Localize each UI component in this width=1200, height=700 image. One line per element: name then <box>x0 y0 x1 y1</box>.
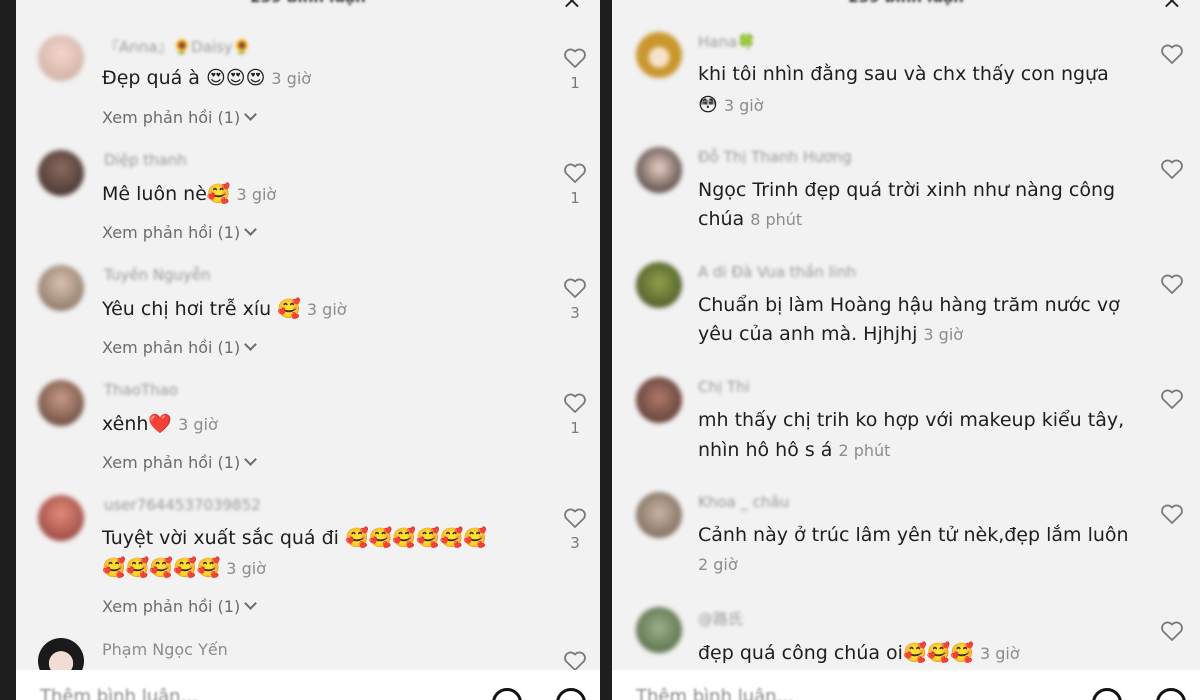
comment-username[interactable]: Đỗ Thị Thanh Hương <box>698 148 852 166</box>
close-icon[interactable]: × <box>562 0 582 14</box>
comments-count-title: 239 bình luận <box>612 0 1200 8</box>
avatar[interactable] <box>636 377 682 423</box>
comment-username[interactable]: user7644537039852 <box>104 496 261 514</box>
like-count: 1 <box>570 189 580 207</box>
like-count: 1 <box>570 74 580 92</box>
comment-time: 8 phút <box>750 210 803 229</box>
heart-outline-icon[interactable] <box>563 650 587 672</box>
comment-text: đẹp quá công chúa oi🥰🥰🥰 3 giờ <box>698 642 1020 664</box>
heart-outline-icon[interactable] <box>563 162 587 184</box>
comment-text: chúa 8 phút <box>698 208 803 230</box>
comment-text: khi tôi nhìn đằng sau và chx thấy con ng… <box>698 63 1109 85</box>
view-replies-link[interactable]: Xem phản hồi (1) <box>102 597 258 616</box>
comment-username[interactable]: 『Anna』🌻Daisy🌻 <box>104 36 251 57</box>
heart-outline-icon[interactable] <box>1160 620 1184 642</box>
comment-text: Yêu chị hơi trễ xíu 🥰 3 giờ <box>102 298 347 320</box>
comment-username[interactable]: ThaoThao <box>104 381 178 399</box>
comment-time: 2 giờ <box>698 555 738 574</box>
view-replies-link[interactable]: Xem phản hồi (1) <box>102 453 258 472</box>
comment-text: Cảnh này ở trúc lâm yên tử nèk,đẹp lắm l… <box>698 524 1129 546</box>
comment-text: Ngọc Trinh đẹp quá trời xinh như nàng cô… <box>698 179 1116 201</box>
comment-username[interactable]: Diệp thanh <box>104 151 187 169</box>
view-replies-link[interactable]: Xem phản hồi (1) <box>102 223 258 242</box>
avatar[interactable] <box>38 495 84 541</box>
chevron-down-icon <box>244 223 258 236</box>
heart-outline-icon[interactable] <box>1160 158 1184 180</box>
comment-text: 😳 3 giờ <box>698 94 764 116</box>
avatar[interactable] <box>636 32 682 78</box>
close-icon[interactable]: × <box>1162 0 1182 14</box>
avatar[interactable] <box>38 150 84 196</box>
comment-username[interactable]: Hana🍀 <box>698 33 756 51</box>
comment-username[interactable]: A di Đà Vua thần linh <box>698 263 856 281</box>
comment-time: 3 giờ <box>723 96 764 115</box>
comments-panel-right: 239 bình luận × Hana🍀 khi tôi nhìn đằng … <box>612 0 1200 700</box>
heart-outline-icon[interactable] <box>563 507 587 529</box>
comment-time: 2 phút <box>838 441 891 460</box>
heart-outline-icon[interactable] <box>1160 503 1184 525</box>
comment-text: 2 giờ <box>698 550 738 579</box>
comment-time: 3 giờ <box>178 415 218 434</box>
comment-username[interactable]: Tuyền Nguyễn <box>104 266 211 284</box>
comment-time: 3 giờ <box>226 559 266 578</box>
avatar[interactable] <box>636 147 682 193</box>
comment-username[interactable]: @路氏 <box>698 608 743 629</box>
comments-count-title: 239 bình luận <box>16 0 600 8</box>
comments-panel-left: 239 bình luận × 『Anna』🌻Daisy🌻 Đẹp quá à … <box>16 0 600 700</box>
avatar[interactable] <box>636 492 682 538</box>
avatar[interactable] <box>38 265 84 311</box>
comment-time: 3 giờ <box>923 325 964 344</box>
avatar[interactable] <box>38 380 84 426</box>
comment-text: Mê luôn nè🥰 3 giờ <box>102 183 277 205</box>
chevron-down-icon <box>244 597 258 610</box>
heart-outline-icon[interactable] <box>1160 43 1184 65</box>
comment-time: 3 giờ <box>306 300 347 319</box>
like-count: 3 <box>570 304 580 322</box>
view-replies-link[interactable]: Xem phản hồi (1) <box>102 338 258 357</box>
like-count: 3 <box>570 534 580 552</box>
comment-text: xênh❤️ 3 giờ <box>102 413 218 435</box>
chevron-down-icon <box>244 338 258 351</box>
view-replies-link[interactable]: Xem phản hồi (1) <box>102 108 258 127</box>
comment-username[interactable]: Phạm Ngọc Yến <box>102 640 228 659</box>
chevron-down-icon <box>244 453 258 466</box>
comment-time: 3 giờ <box>979 644 1020 663</box>
heart-outline-icon[interactable] <box>1160 273 1184 295</box>
heart-outline-icon[interactable] <box>1160 388 1184 410</box>
comment-text: 🥰🥰🥰🥰🥰 3 giờ <box>102 557 266 579</box>
comment-text: Tuyệt vời xuất sắc quá đi 🥰🥰🥰🥰🥰🥰 <box>102 527 487 549</box>
like-count: 1 <box>570 419 580 437</box>
avatar[interactable] <box>38 35 84 81</box>
chevron-down-icon <box>244 108 258 121</box>
comment-time: 3 giờ <box>236 185 277 204</box>
comment-text: Chuẩn bị làm Hoàng hậu hàng trăm nước vợ <box>698 294 1120 316</box>
comment-input[interactable]: Thêm bình luận... <box>40 686 198 700</box>
comment-text: Đẹp quá à 😍😍😍 3 giờ <box>102 67 312 89</box>
comment-text: nhìn hô hô s á2 phút <box>698 439 891 461</box>
comment-username[interactable]: Khoa _ châu <box>698 493 789 511</box>
heart-outline-icon[interactable] <box>563 277 587 299</box>
comment-username[interactable]: Chị Thi <box>698 378 750 396</box>
avatar[interactable] <box>636 262 682 308</box>
avatar[interactable] <box>636 607 682 653</box>
heart-outline-icon[interactable] <box>563 47 587 69</box>
comment-text: mh thấy chị trih ko hợp với makeup kiểu … <box>698 409 1125 431</box>
heart-outline-icon[interactable] <box>563 392 587 414</box>
comment-time: 3 giờ <box>271 69 312 88</box>
comment-input[interactable]: Thêm bình luận... <box>636 686 794 700</box>
comment-text: yêu của anh mà. Hjhjhj 3 giờ <box>698 323 964 345</box>
